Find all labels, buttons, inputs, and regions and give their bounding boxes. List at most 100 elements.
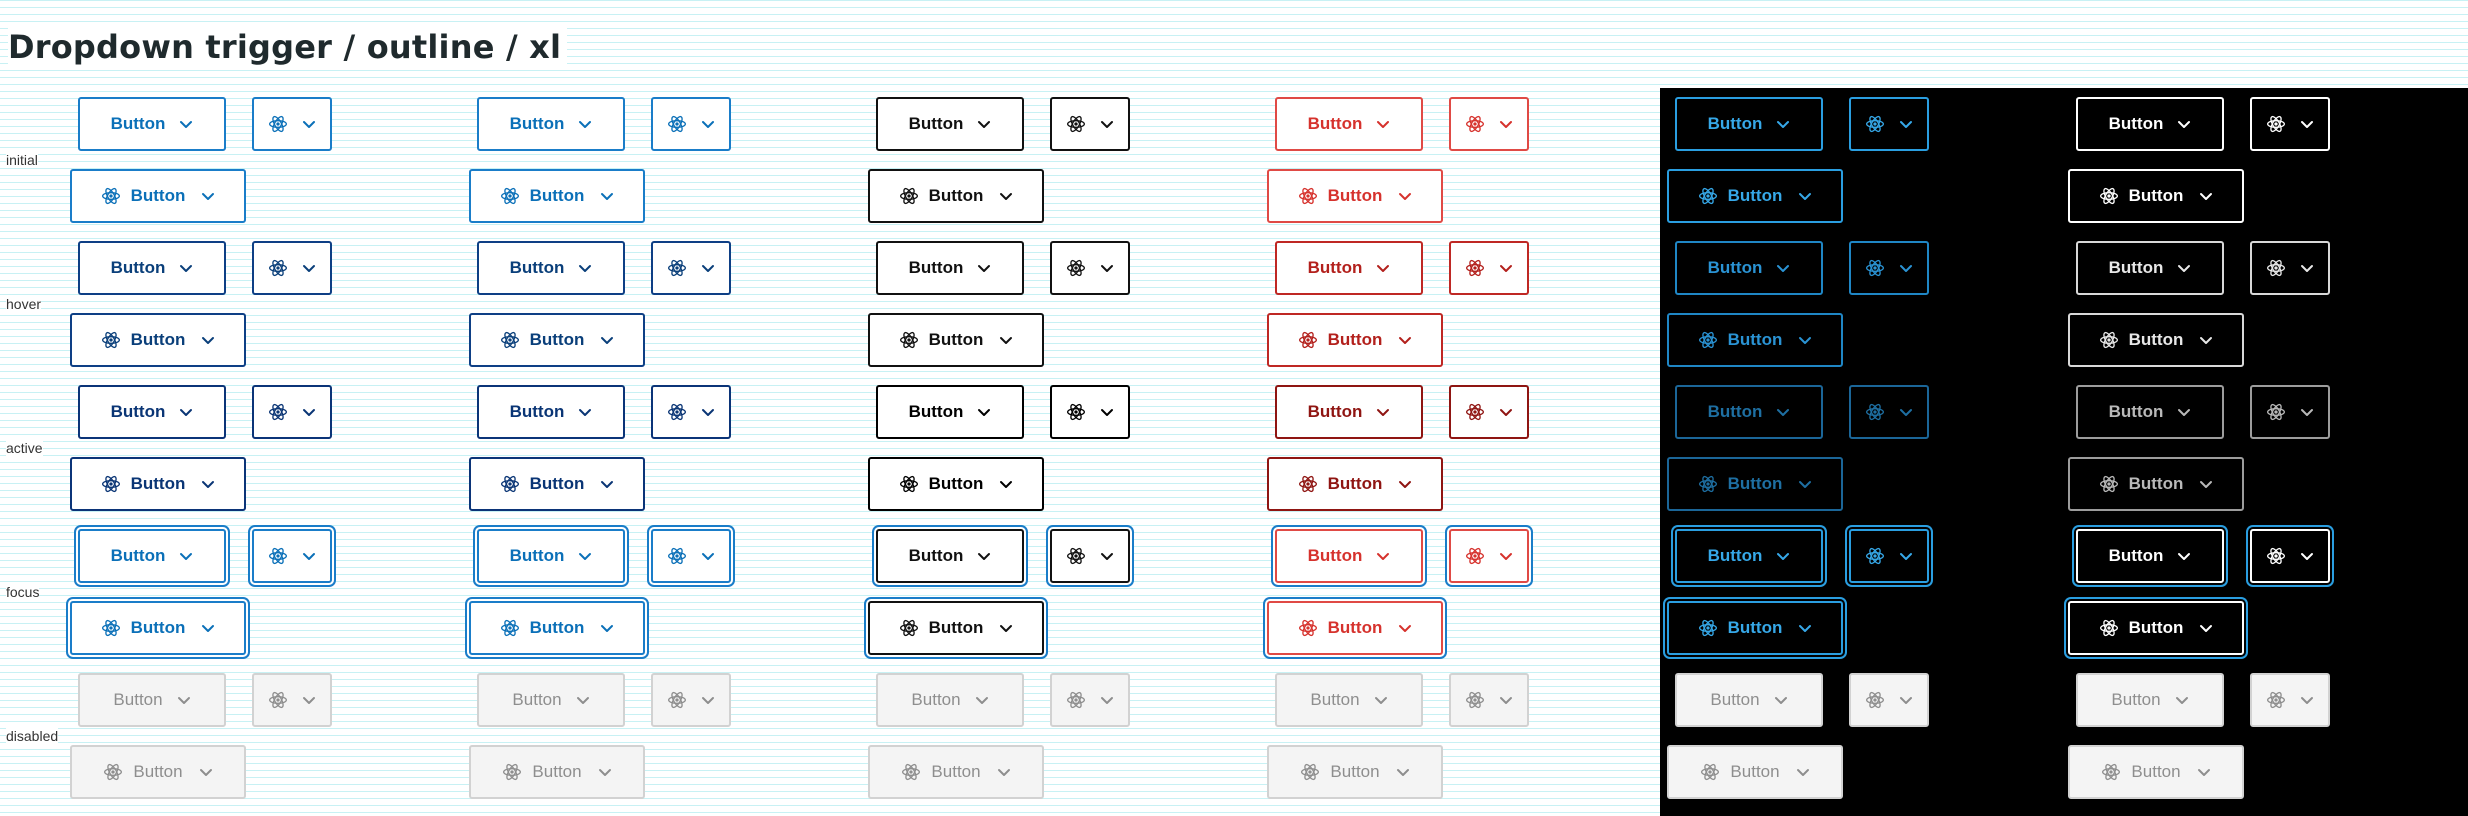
dropdown-trigger-text-dark-blue-initial[interactable]: Button [1675,97,1823,151]
dropdown-trigger-text-red-hover[interactable]: Button [1275,241,1423,295]
chevron-down-icon [1499,263,1513,273]
dropdown-trigger-text-black-active[interactable]: Button [876,385,1024,439]
dropdown-trigger-icon-blue-active[interactable] [252,385,332,439]
dropdown-trigger-icon-text-black-hover[interactable]: Button [868,313,1044,367]
dropdown-trigger-text-red-focus[interactable]: Button [1275,529,1423,583]
dropdown-trigger-icon-text-dark-blue-focus[interactable]: Button [1667,601,1843,655]
dropdown-trigger-icon-text-dark-blue-hover[interactable]: Button [1667,313,1843,367]
button-label: Button [529,186,585,205]
dropdown-trigger-icon-text-dark-white-focus[interactable]: Button [2068,601,2244,655]
chevron-down-icon [2199,623,2213,633]
dropdown-trigger-text-dark-white-initial[interactable]: Button [2076,97,2224,151]
dropdown-trigger-icon-text-red-active[interactable]: Button [1267,457,1443,511]
dropdown-trigger-icon-black-initial[interactable] [1050,97,1130,151]
button-label: Button [1727,330,1783,349]
dropdown-trigger-icon-dark-white-active[interactable] [2250,385,2330,439]
dropdown-trigger-icon-text-blue-initial[interactable]: Button [70,169,246,223]
dropdown-trigger-icon-red-active[interactable] [1449,385,1529,439]
dropdown-trigger-icon-text-blue2-initial[interactable]: Button [469,169,645,223]
dropdown-trigger-text-blue2-hover[interactable]: Button [477,241,625,295]
dropdown-trigger-icon-red-disabled [1449,673,1529,727]
dropdown-trigger-icon-text-black-initial[interactable]: Button [868,169,1044,223]
button-label: Button [908,114,964,133]
chevron-down-icon [201,623,215,633]
react-atom-icon [1865,690,1885,710]
react-atom-icon [2099,330,2119,350]
dropdown-trigger-text-blue2-active[interactable]: Button [477,385,625,439]
chevron-down-icon [201,191,215,201]
dropdown-trigger-icon-red-focus[interactable] [1449,529,1529,583]
dropdown-trigger-icon-text-dark-white-initial[interactable]: Button [2068,169,2244,223]
dropdown-trigger-icon-text-blue-hover[interactable]: Button [70,313,246,367]
dropdown-trigger-icon-text-dark-white-active[interactable]: Button [2068,457,2244,511]
dropdown-trigger-text-blue-focus[interactable]: Button [78,529,226,583]
dropdown-trigger-text-red-active[interactable]: Button [1275,385,1423,439]
dropdown-trigger-icon-blue-hover[interactable] [252,241,332,295]
dropdown-trigger-icon-dark-white-hover[interactable] [2250,241,2330,295]
dropdown-trigger-icon-text-blue2-hover[interactable]: Button [469,313,645,367]
dropdown-trigger-icon-dark-white-initial[interactable] [2250,97,2330,151]
dropdown-trigger-icon-text-red-hover[interactable]: Button [1267,313,1443,367]
chevron-down-icon [701,551,715,561]
dropdown-trigger-icon-dark-blue-active[interactable] [1849,385,1929,439]
dropdown-trigger-text-blue2-initial[interactable]: Button [477,97,625,151]
dropdown-trigger-text-blue-hover[interactable]: Button [78,241,226,295]
dropdown-trigger-icon-dark-blue-initial[interactable] [1849,97,1929,151]
dropdown-trigger-text-blue-initial[interactable]: Button [78,97,226,151]
dropdown-trigger-icon-text-blue-active[interactable]: Button [70,457,246,511]
dropdown-trigger-text-dark-white-focus[interactable]: Button [2076,529,2224,583]
dropdown-trigger-icon-blue-initial[interactable] [252,97,332,151]
dropdown-trigger-icon-text-dark-blue-initial[interactable]: Button [1667,169,1843,223]
react-atom-icon [500,474,520,494]
button-label: Button [529,474,585,493]
dropdown-trigger-icon-text-blue2-disabled: Button [469,745,645,799]
dropdown-trigger-text-dark-blue-hover[interactable]: Button [1675,241,1823,295]
dropdown-trigger-icon-text-red-focus[interactable]: Button [1267,601,1443,655]
button-label: Button [529,618,585,637]
dropdown-trigger-text-black-hover[interactable]: Button [876,241,1024,295]
dropdown-trigger-icon-black-focus[interactable] [1050,529,1130,583]
dropdown-trigger-icon-text-blue-focus[interactable]: Button [70,601,246,655]
react-atom-icon [1300,762,1320,782]
dropdown-trigger-icon-text-blue2-focus[interactable]: Button [469,601,645,655]
dropdown-trigger-text-dark-blue-active[interactable]: Button [1675,385,1823,439]
dropdown-trigger-icon-dark-blue-focus[interactable] [1849,529,1929,583]
dropdown-trigger-icon-text-dark-blue-active[interactable]: Button [1667,457,1843,511]
chevron-down-icon [1798,191,1812,201]
button-label: Button [1307,402,1363,421]
dropdown-trigger-icon-black-hover[interactable] [1050,241,1130,295]
dropdown-trigger-text-dark-white-hover[interactable]: Button [2076,241,2224,295]
button-label: Button [2128,618,2184,637]
chevron-down-icon [302,407,316,417]
dropdown-trigger-icon-black-active[interactable] [1050,385,1130,439]
chevron-down-icon [1100,119,1114,129]
dropdown-trigger-text-red-initial[interactable]: Button [1275,97,1423,151]
dropdown-trigger-icon-blue-focus[interactable] [252,529,332,583]
dropdown-trigger-icon-text-black-active[interactable]: Button [868,457,1044,511]
chevron-down-icon [1796,767,1810,777]
dropdown-trigger-icon-text-black-disabled: Button [868,745,1044,799]
dropdown-trigger-text-blue2-focus[interactable]: Button [477,529,625,583]
dropdown-trigger-icon-text-dark-white-hover[interactable]: Button [2068,313,2244,367]
dropdown-trigger-text-dark-blue-focus[interactable]: Button [1675,529,1823,583]
dropdown-trigger-text-black-initial[interactable]: Button [876,97,1024,151]
dropdown-trigger-icon-blue2-hover[interactable] [651,241,731,295]
dropdown-trigger-icon-blue2-active[interactable] [651,385,731,439]
dropdown-trigger-icon-text-blue2-active[interactable]: Button [469,457,645,511]
dropdown-trigger-text-blue-active[interactable]: Button [78,385,226,439]
chevron-down-icon [1100,695,1114,705]
dropdown-trigger-icon-red-hover[interactable] [1449,241,1529,295]
button-label: Button [908,402,964,421]
dropdown-trigger-icon-blue2-initial[interactable] [651,97,731,151]
chevron-down-icon [179,119,193,129]
dropdown-trigger-text-dark-white-active[interactable]: Button [2076,385,2224,439]
chevron-down-icon [1499,551,1513,561]
dropdown-trigger-icon-red-initial[interactable] [1449,97,1529,151]
dropdown-trigger-icon-dark-blue-hover[interactable] [1849,241,1929,295]
dropdown-trigger-text-black-focus[interactable]: Button [876,529,1024,583]
chevron-down-icon [1774,695,1788,705]
dropdown-trigger-icon-blue2-focus[interactable] [651,529,731,583]
dropdown-trigger-icon-text-red-initial[interactable]: Button [1267,169,1443,223]
dropdown-trigger-icon-text-black-focus[interactable]: Button [868,601,1044,655]
dropdown-trigger-icon-dark-white-focus[interactable] [2250,529,2330,583]
